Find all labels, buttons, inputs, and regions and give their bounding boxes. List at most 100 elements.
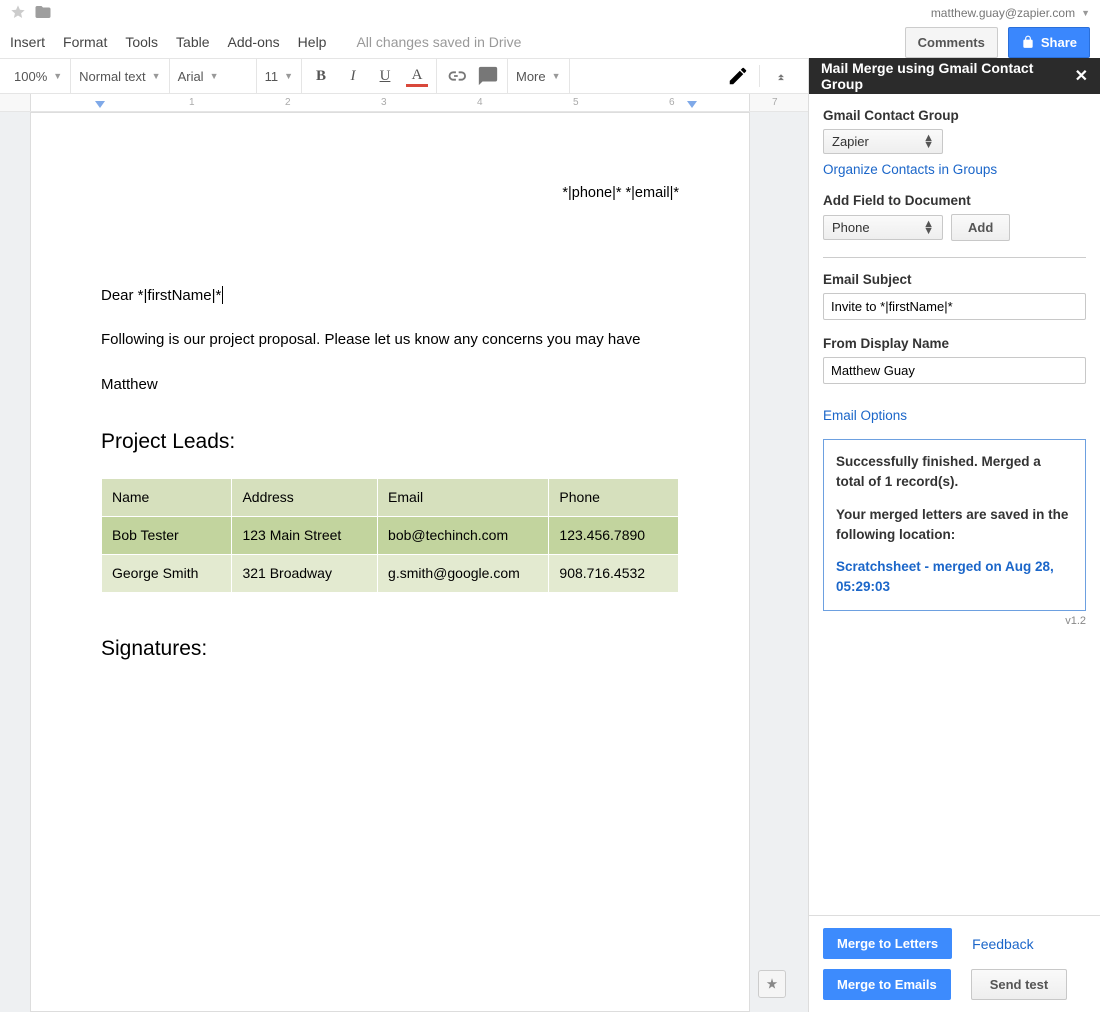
document-page[interactable]: *|phone|* *|email|* Dear *|firstName|* F… <box>30 112 750 1012</box>
chevron-down-icon: ▼ <box>552 71 561 81</box>
italic-button[interactable]: I <box>342 65 364 87</box>
organize-contacts-link[interactable]: Organize Contacts in Groups <box>823 162 997 177</box>
editing-mode-button[interactable] <box>727 65 749 87</box>
project-leads-table[interactable]: Name Address Email Phone Bob Tester 123 … <box>101 478 679 593</box>
mail-merge-sidebar: Mail Merge using Gmail Contact Group ✕ G… <box>808 58 1100 1012</box>
table-cell[interactable]: Bob Tester <box>102 516 232 554</box>
contact-group-select[interactable]: Zapier ▲▼ <box>823 129 943 154</box>
menu-help[interactable]: Help <box>298 34 327 50</box>
status-location-label: Your merged letters are saved in the fol… <box>836 505 1073 546</box>
ruler-tick: 1 <box>189 97 195 108</box>
comment-button[interactable] <box>477 65 499 87</box>
menu-tools[interactable]: Tools <box>125 34 158 50</box>
sidebar-footer: Merge to Letters Feedback Merge to Email… <box>809 915 1100 1012</box>
star-icon[interactable] <box>10 4 26 23</box>
from-name-input[interactable] <box>823 357 1086 384</box>
toolbar: 100% ▼ Normal text ▼ Arial ▼ 11 ▼ <box>0 58 808 94</box>
chevron-down-icon: ▼ <box>284 71 293 81</box>
add-field-button[interactable]: Add <box>951 214 1010 241</box>
add-field-select[interactable]: Phone ▲▼ <box>823 215 943 240</box>
table-cell[interactable]: 123 Main Street <box>232 516 378 554</box>
merge-letters-button[interactable]: Merge to Letters <box>823 928 952 959</box>
collapse-toolbar-button[interactable] <box>770 65 792 87</box>
bold-button[interactable]: B <box>310 65 332 87</box>
from-name-label: From Display Name <box>823 336 1086 351</box>
ruler[interactable]: 1 2 3 4 5 6 7 <box>0 94 808 112</box>
contact-group-label: Gmail Contact Group <box>823 108 1086 123</box>
menu-addons[interactable]: Add-ons <box>228 34 280 50</box>
table-header[interactable]: Email <box>378 478 549 516</box>
table-cell[interactable]: bob@techinch.com <box>378 516 549 554</box>
share-button[interactable]: Share <box>1008 27 1090 58</box>
folder-icon[interactable] <box>34 3 52 24</box>
underline-button[interactable]: U <box>374 65 396 87</box>
table-cell[interactable]: George Smith <box>102 554 232 592</box>
table-cell[interactable]: g.smith@google.com <box>378 554 549 592</box>
share-label: Share <box>1041 35 1077 50</box>
table-header[interactable]: Address <box>232 478 378 516</box>
table-header[interactable]: Name <box>102 478 232 516</box>
zoom-dropdown[interactable]: 100% ▼ <box>14 69 62 84</box>
ruler-tick: 3 <box>381 97 387 108</box>
table-cell[interactable]: 321 Broadway <box>232 554 378 592</box>
ruler-tick: 2 <box>285 97 291 108</box>
document-canvas[interactable]: *|phone|* *|email|* Dear *|firstName|* F… <box>0 112 808 1012</box>
section-heading-signatures[interactable]: Signatures: <box>101 633 679 665</box>
comments-button[interactable]: Comments <box>905 27 998 58</box>
body-paragraph[interactable]: Following is our project proposal. Pleas… <box>101 329 679 352</box>
contact-group-value: Zapier <box>832 134 869 149</box>
text-cursor <box>222 286 223 304</box>
ruler-tick: 4 <box>477 97 483 108</box>
title-bar: matthew.guay@zapier.com ▼ <box>0 0 1100 26</box>
menu-format[interactable]: Format <box>63 34 107 50</box>
ruler-tick: 7 <box>772 97 778 108</box>
more-dropdown[interactable]: More ▼ <box>516 69 561 84</box>
email-subject-input[interactable] <box>823 293 1086 320</box>
chevron-down-icon: ▼ <box>210 71 219 81</box>
font-dropdown[interactable]: Arial ▼ <box>178 69 248 84</box>
menu-insert[interactable]: Insert <box>10 34 45 50</box>
document-header-right[interactable]: *|phone|* *|email|* <box>101 183 679 205</box>
email-subject-label: Email Subject <box>823 272 1086 287</box>
table-cell[interactable]: 908.716.4532 <box>549 554 679 592</box>
email-options-link[interactable]: Email Options <box>823 408 907 423</box>
close-icon[interactable]: ✕ <box>1075 66 1088 86</box>
sort-chevron-icon: ▲▼ <box>923 135 934 149</box>
font-size-dropdown[interactable]: 11 ▼ <box>265 69 293 84</box>
table-row[interactable]: George Smith 321 Broadway g.smith@google… <box>102 554 679 592</box>
sort-chevron-icon: ▲▼ <box>923 221 934 235</box>
add-field-label: Add Field to Document <box>823 193 1086 208</box>
add-field-value: Phone <box>832 220 870 235</box>
sidebar-title: Mail Merge using Gmail Contact Group <box>821 60 1075 92</box>
chevron-down-icon: ▼ <box>152 71 161 81</box>
paragraph-style-value: Normal text <box>79 69 145 84</box>
paragraph-style-dropdown[interactable]: Normal text ▼ <box>79 69 160 84</box>
explore-button[interactable] <box>758 970 786 998</box>
text-color-button[interactable]: A <box>406 65 428 87</box>
signoff-line[interactable]: Matthew <box>101 374 679 397</box>
table-header[interactable]: Phone <box>549 478 679 516</box>
font-size-value: 11 <box>265 69 279 84</box>
font-value: Arial <box>178 69 204 84</box>
section-heading-leads[interactable]: Project Leads: <box>101 426 679 458</box>
indent-marker-right[interactable] <box>687 101 697 108</box>
merged-doc-link[interactable]: Scratchsheet - merged on Aug 28, 05:29:0… <box>836 557 1073 598</box>
merge-emails-button[interactable]: Merge to Emails <box>823 969 951 1000</box>
greeting-line[interactable]: Dear *|firstName|* <box>101 285 679 308</box>
link-button[interactable] <box>445 65 467 87</box>
zoom-value: 100% <box>14 69 47 84</box>
user-email[interactable]: matthew.guay@zapier.com <box>931 6 1075 20</box>
feedback-link[interactable]: Feedback <box>972 936 1033 952</box>
status-box: Successfully finished. Merged a total of… <box>823 439 1086 611</box>
divider <box>823 257 1086 258</box>
menu-table[interactable]: Table <box>176 34 209 50</box>
status-message: Successfully finished. Merged a total of… <box>836 452 1073 493</box>
more-label: More <box>516 69 546 84</box>
indent-marker-left[interactable] <box>95 101 105 108</box>
greeting-text: Dear *|firstName|* <box>101 287 221 304</box>
chevron-down-icon: ▼ <box>53 71 62 81</box>
table-row[interactable]: Bob Tester 123 Main Street bob@techinch.… <box>102 516 679 554</box>
send-test-button[interactable]: Send test <box>971 969 1068 1000</box>
table-cell[interactable]: 123.456.7890 <box>549 516 679 554</box>
ruler-tick: 5 <box>573 97 579 108</box>
